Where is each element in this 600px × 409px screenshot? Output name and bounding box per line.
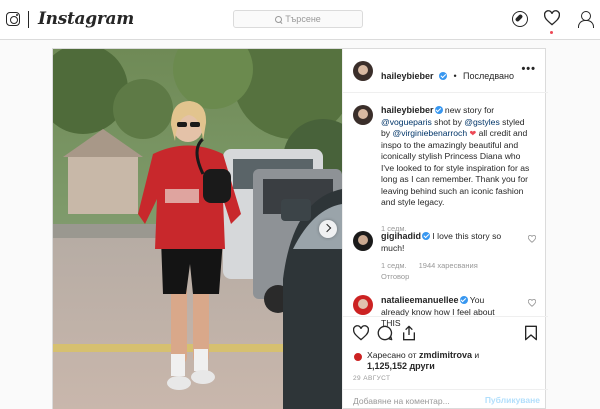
caption-text: haileybieber new story for @voguepar­is …	[381, 105, 531, 209]
caption-author[interactable]: haileybieber	[381, 105, 434, 115]
street-photo-illustration	[53, 49, 342, 409]
post-header: haileybieber • Последвано •••	[343, 49, 548, 93]
post-date[interactable]: 29 АВГУСТ	[353, 375, 390, 382]
verified-badge-icon	[459, 296, 468, 304]
post-photo[interactable]	[53, 49, 342, 409]
caption-author-avatar[interactable]	[353, 105, 373, 125]
heart-icon[interactable]	[544, 10, 560, 26]
caption-fragment: all credit and inspo to the amazingly be…	[381, 128, 530, 207]
add-comment-bar: Публикуване	[343, 389, 548, 409]
brand-divider	[28, 11, 29, 28]
author-username[interactable]: haileybieber	[381, 71, 434, 81]
share-icon[interactable]	[401, 325, 417, 341]
mention-link[interactable]: @voguepar­is	[381, 117, 432, 127]
next-photo-arrow[interactable]	[319, 220, 337, 238]
likes-others[interactable]: други	[409, 361, 434, 371]
compass-icon[interactable]	[512, 11, 528, 27]
commenter-username[interactable]: gigihadid	[381, 231, 421, 241]
commenter-username[interactable]: natalieemanuellee	[381, 295, 459, 305]
likes-count[interactable]: 1,125,152	[367, 361, 407, 371]
comment-input[interactable]	[353, 395, 473, 407]
liked-by-connector: и	[474, 350, 480, 360]
liked-by-username[interactable]: zmdimitrova	[419, 350, 472, 360]
caption-intro: new story for	[444, 105, 495, 115]
like-heart-icon[interactable]	[353, 325, 369, 341]
post-actions: Харесано от zmdimitrova и 1,125,152 друг…	[343, 316, 548, 409]
following-button[interactable]: Последвано	[463, 71, 514, 81]
verified-badge-icon	[438, 72, 447, 80]
verified-badge-icon	[422, 232, 430, 240]
post-card: haileybieber • Последвано ••• haileybieb…	[52, 48, 548, 409]
comment-meta: 1 седм. 1944 харесвания	[381, 261, 478, 270]
dot-separator: •	[453, 71, 457, 81]
top-nav: Instagram Търсене	[0, 0, 600, 40]
commenter-avatar[interactable]	[353, 231, 373, 251]
comment-likes[interactable]: 1944 харесвания	[419, 261, 478, 270]
search-placeholder: Търсене	[285, 14, 321, 24]
liked-by-prefix: Харесано от	[367, 350, 417, 360]
liked-by-text: Харесано от zmdimitrova и 1,125,152 друг…	[367, 350, 537, 372]
instagram-logo[interactable]: Instagram	[38, 9, 134, 29]
post-side-panel: haileybieber • Последвано ••• haileybieb…	[342, 49, 548, 409]
mention-link[interactable]: @virginiebenarroch	[392, 128, 467, 138]
more-options-icon[interactable]: •••	[521, 63, 536, 75]
comment-text: gigihadid I love this story so much!	[381, 231, 506, 254]
commenter-avatar[interactable]	[353, 295, 373, 315]
author-line: haileybieber • Последвано	[381, 66, 514, 84]
mention-link[interactable]: @gstyles	[464, 117, 499, 127]
search-icon	[275, 15, 283, 23]
reply-button[interactable]: Отговор	[381, 272, 409, 281]
liked-by-avatar[interactable]	[353, 352, 363, 362]
post-comment-button[interactable]: Публикуване	[485, 395, 540, 405]
like-comment-heart-icon[interactable]	[528, 235, 536, 243]
comment-age[interactable]: 1 седм.	[381, 261, 407, 270]
search-box[interactable]: Търсене	[233, 10, 363, 28]
caption-fragment: shot by	[434, 116, 462, 127]
activity-notification-dot	[550, 31, 553, 34]
author-avatar[interactable]	[353, 61, 373, 81]
verified-badge-icon	[434, 106, 443, 114]
comment-bubble-icon[interactable]	[377, 325, 393, 341]
like-comment-heart-icon[interactable]	[528, 299, 536, 307]
instagram-glyph-icon[interactable]	[6, 12, 20, 26]
heart-emoji-icon: ❤	[469, 129, 477, 138]
save-bookmark-icon[interactable]	[523, 325, 539, 341]
profile-icon[interactable]	[577, 11, 594, 28]
